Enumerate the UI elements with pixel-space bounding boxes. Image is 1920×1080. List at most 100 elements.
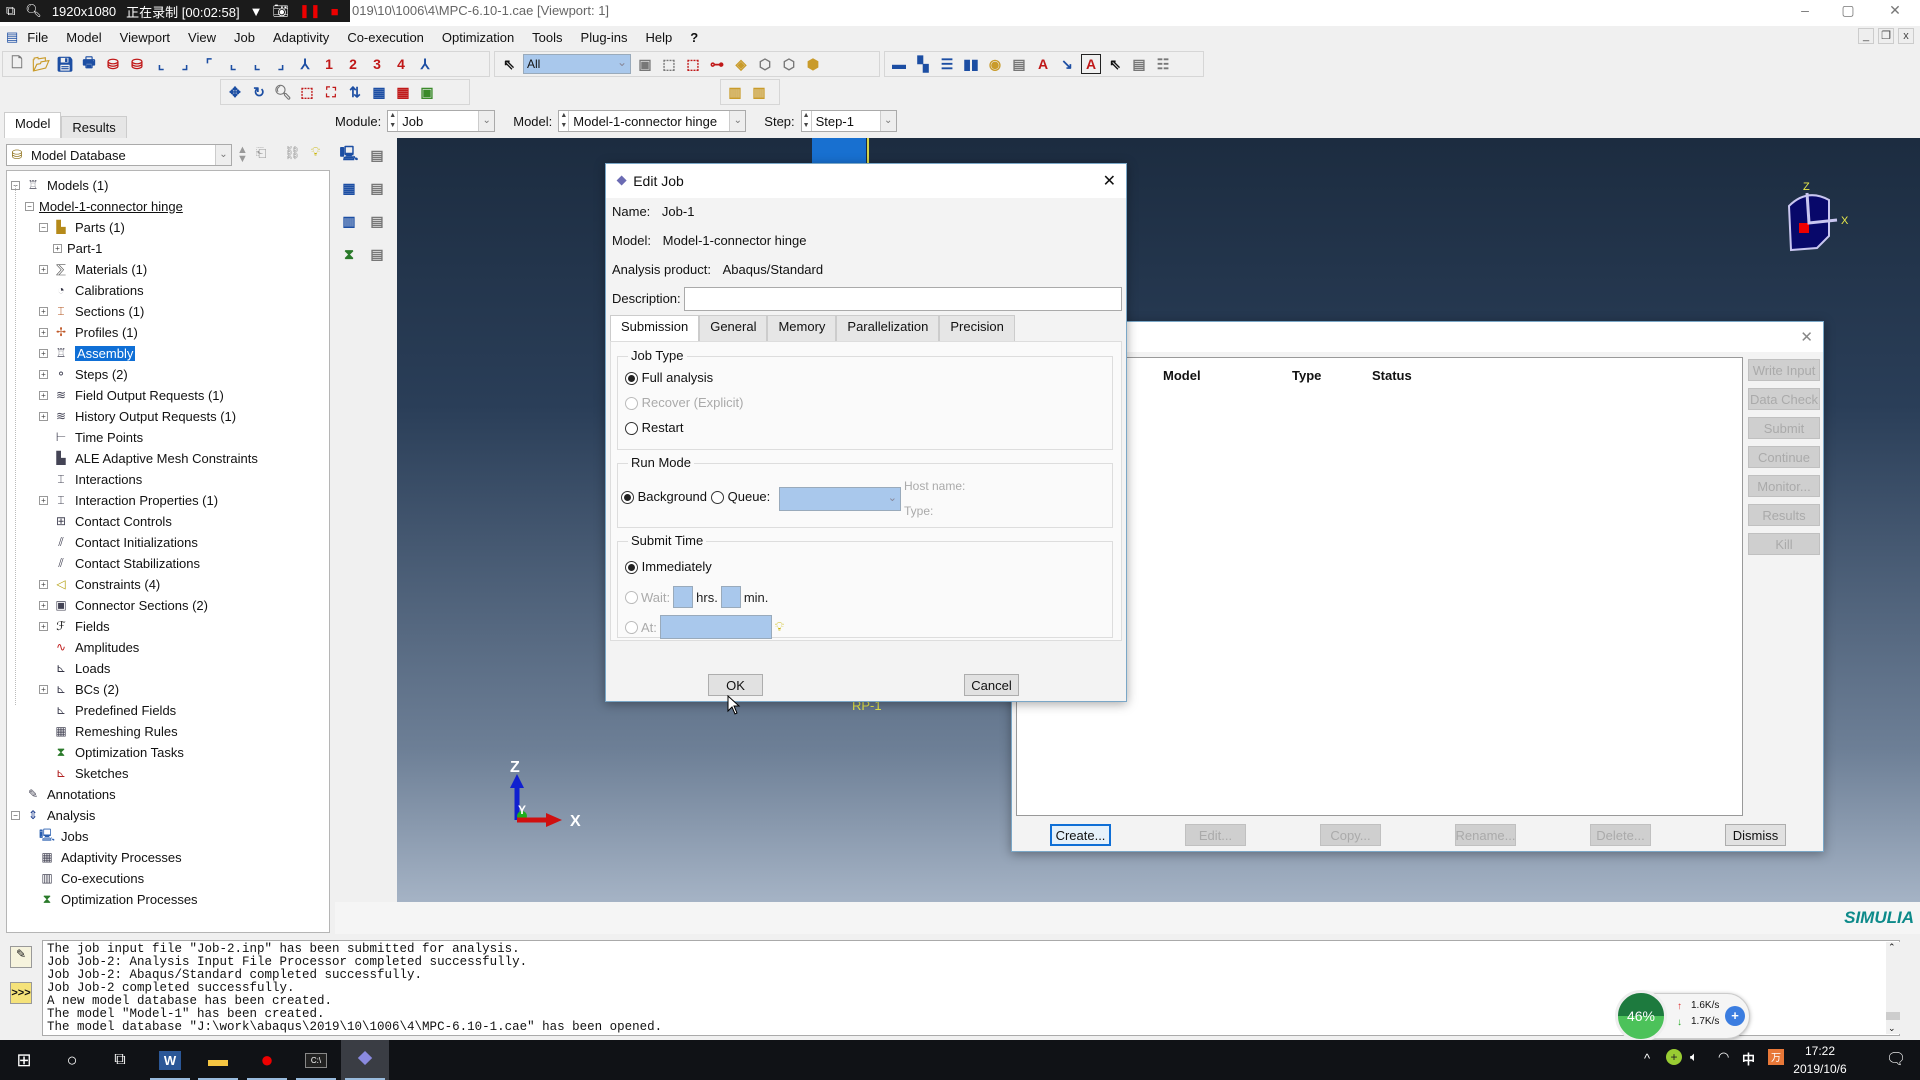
tree-item[interactable]: − ♖ Models (1) xyxy=(11,175,108,195)
tree-item[interactable]: ⊾ Predefined Fields xyxy=(39,700,176,720)
tree-item[interactable]: ✎ Annotations xyxy=(11,784,116,804)
taskbar-cmd[interactable]: C:\ xyxy=(292,1040,340,1080)
task-view-button[interactable]: ⧉ xyxy=(96,1040,144,1080)
tree-item[interactable]: ▦ Adaptivity Processes xyxy=(25,847,181,867)
tree-filter-icon[interactable]: ⛓ xyxy=(284,145,301,161)
continue-button[interactable]: Continue xyxy=(1748,446,1820,468)
ok-button[interactable]: OK xyxy=(708,674,763,696)
close-icon[interactable]: ✕ xyxy=(1103,171,1116,191)
menu-view[interactable]: View xyxy=(179,30,225,45)
stop-icon[interactable]: ■ xyxy=(331,4,339,19)
perspective-toggle-icon[interactable]: ⇅ xyxy=(345,82,365,102)
view-right-icon[interactable]: ⌟ xyxy=(271,54,291,74)
context-help-icon[interactable]: ? xyxy=(681,30,707,45)
menu-optimization[interactable]: Optimization xyxy=(433,30,523,45)
annotation-manager-icon[interactable]: ▤ xyxy=(1129,54,1149,74)
network-monitor-widget[interactable]: 46% ↑ 1.6K/s ↓ 1.7K/s + xyxy=(1615,990,1750,1042)
taskbar-abaqus[interactable]: ⯁ xyxy=(341,1040,389,1080)
tree-item[interactable]: + ♖ Assembly xyxy=(39,343,136,363)
immediately-option[interactable]: Immediately xyxy=(625,559,712,575)
pause-icon[interactable]: ❚❚ xyxy=(299,3,321,19)
collapse-icon[interactable]: − xyxy=(25,201,34,211)
tree-item[interactable]: ▥ Co-executions xyxy=(25,868,144,888)
tree-item[interactable]: + Part-1 xyxy=(53,238,102,258)
menu-co-execution[interactable]: Co-execution xyxy=(338,30,433,45)
monitor-button[interactable]: Monitor... xyxy=(1748,475,1820,497)
tree-item[interactable]: ⧗ Optimization Tasks xyxy=(39,742,184,762)
taskbar-clock[interactable]: 17:22 2019/10/6 xyxy=(1780,1042,1860,1078)
description-input[interactable] xyxy=(684,287,1122,311)
python-prompt-tab-icon[interactable]: >>> xyxy=(10,982,32,1004)
delete-job-button[interactable]: Delete... xyxy=(1590,824,1651,846)
tree-item[interactable]: ▦ Remeshing Rules xyxy=(39,721,177,741)
expand-icon[interactable]: + xyxy=(39,579,48,589)
restart-radio[interactable] xyxy=(625,422,638,436)
tree-item[interactable]: − ▙ Parts (1) xyxy=(39,217,125,237)
restart-option[interactable]: Restart xyxy=(625,420,684,436)
tree-item[interactable]: ⊢ Time Points xyxy=(39,427,143,447)
view-iso-icon[interactable]: ⅄ xyxy=(295,54,315,74)
minimize-button[interactable]: – xyxy=(1785,2,1825,18)
tree-item[interactable]: + ≋ Field Output Requests (1) xyxy=(39,385,224,405)
mesh-display-icon[interactable]: ▦ xyxy=(369,82,389,102)
partition-display-icon[interactable]: ▦ xyxy=(393,82,413,102)
view-cube-triad[interactable]: Z X xyxy=(1777,178,1877,268)
collapse-icon[interactable]: − xyxy=(11,810,20,820)
volume-icon[interactable]: 🔈︎ xyxy=(1690,1049,1698,1065)
column-header-status[interactable]: Status xyxy=(1372,368,1412,383)
tab-precision[interactable]: Precision xyxy=(939,315,1015,341)
scroll-down-icon[interactable]: ⌄ xyxy=(1888,1023,1896,1034)
tree-item[interactable]: + ⊾ BCs (2) xyxy=(39,679,119,699)
tree-item[interactable]: ⌶ Interactions xyxy=(39,469,142,489)
rename-job-button[interactable]: Rename... xyxy=(1455,824,1516,846)
column-header-type[interactable]: Type xyxy=(1292,368,1321,383)
background-option[interactable]: Background xyxy=(621,489,707,505)
tree-item[interactable]: ∿ Amplitudes xyxy=(39,637,139,657)
submit-button[interactable]: Submit xyxy=(1748,417,1820,439)
maximize-button[interactable]: ▢ xyxy=(1828,2,1868,19)
tree-item[interactable]: ⧗ Optimization Processes xyxy=(25,889,198,909)
select-pointer-icon[interactable]: ⇖ xyxy=(499,54,519,74)
legend-icon[interactable]: ☷ xyxy=(1153,54,1173,74)
expand-icon[interactable]: + xyxy=(39,348,48,358)
tree-item[interactable]: ▙ ALE Adaptive Mesh Constraints xyxy=(39,448,257,468)
shaded-icon[interactable]: ⬢ xyxy=(803,54,823,74)
menu-model[interactable]: Model xyxy=(57,30,110,45)
tree-item[interactable]: + ◁ Constraints (4) xyxy=(39,574,160,594)
tab-parallelization[interactable]: Parallelization xyxy=(836,315,940,341)
view-left-icon[interactable]: ⌞ xyxy=(247,54,267,74)
text-arrow-icon[interactable]: A xyxy=(1033,54,1053,74)
expand-icon[interactable]: + xyxy=(39,327,48,337)
module-select[interactable]: ▲ ▼ Job ⌄ xyxy=(387,110,496,132)
expand-icon[interactable]: + xyxy=(39,390,48,400)
arrow-annotation-icon[interactable]: ↘ xyxy=(1057,54,1077,74)
tree-item[interactable]: − Model-1-connector hinge xyxy=(25,196,183,216)
viewport-single-icon[interactable]: ▬ xyxy=(889,54,909,74)
dismiss-button[interactable]: Dismiss xyxy=(1725,824,1786,846)
user-view-3-button[interactable]: 3 xyxy=(367,54,387,74)
menu-job[interactable]: Job xyxy=(225,30,264,45)
layer-display-icon[interactable]: ▣ xyxy=(417,82,437,102)
cortana-button[interactable]: ○ xyxy=(48,1040,96,1080)
open-file-icon[interactable]: 📂︎ xyxy=(31,54,51,74)
drag-select-icon[interactable]: ⬚ xyxy=(683,54,703,74)
queue-option[interactable]: Queue: xyxy=(711,489,770,505)
action-center-icon[interactable]: 🗨︎ xyxy=(1886,1049,1906,1069)
pan-icon[interactable]: ✥ xyxy=(225,82,245,102)
menu-file[interactable]: File xyxy=(18,30,57,45)
expand-icon[interactable]: + xyxy=(39,684,48,694)
tree-item[interactable]: − ⇕ Analysis xyxy=(11,805,95,825)
connector-display-icon[interactable]: ⊶ xyxy=(707,54,727,74)
tab-model[interactable]: Model xyxy=(4,112,62,138)
tree-item[interactable]: + ▣ Connector Sections (2) xyxy=(39,595,208,615)
menu-adaptivity[interactable]: Adaptivity xyxy=(264,30,338,45)
full-analysis-radio[interactable] xyxy=(625,372,638,386)
message-log-tab-icon[interactable]: ✎ xyxy=(10,946,32,968)
full-analysis-option[interactable]: Full analysis xyxy=(625,370,713,386)
ladder-alt-icon[interactable]: ▥ xyxy=(749,82,769,102)
optimization-manager-icon[interactable]: ▤ xyxy=(367,244,387,264)
camera-icon[interactable]: 📷︎ xyxy=(272,3,289,19)
user-view-1-button[interactable]: 1 xyxy=(319,54,339,74)
render-style-icon[interactable]: ◈ xyxy=(731,54,751,74)
expand-icon[interactable]: + xyxy=(39,621,48,631)
